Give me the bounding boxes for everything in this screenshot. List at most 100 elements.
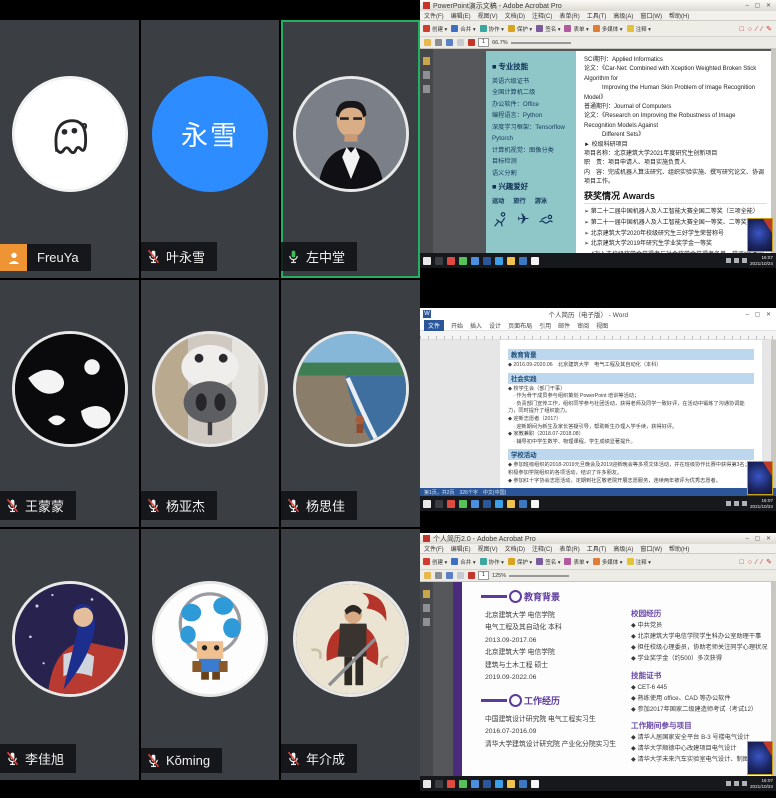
- video-tile-yangsijia[interactable]: 杨思佳: [281, 280, 420, 527]
- video-tile-wangmengmeng[interactable]: 王蒙蒙: [0, 280, 139, 527]
- text-line: 表单(R): [559, 11, 579, 20]
- text-line: 帮助(H): [669, 544, 689, 553]
- acrobat-app-icon: [423, 535, 430, 542]
- stop-icon: [468, 39, 475, 46]
- secondary-toolbar: 1 66.7%: [420, 37, 776, 49]
- work-heading: 工作经历: [481, 694, 560, 707]
- mic-muted-icon: [286, 498, 301, 513]
- video-tile-yangyajie[interactable]: 杨亚杰: [141, 280, 279, 527]
- text-line: 论文：《Research on Improving the Robustness…: [584, 112, 767, 131]
- section-header: 社会实践: [508, 373, 754, 384]
- window-title: PowerPoint演示文稿 - Adobe Acrobat Pro: [433, 1, 562, 11]
- skills-section-title: ■ 专业技能: [492, 61, 573, 73]
- resume-sidebar: ■ 专业技能 英语六级证书全国计算机二级办公软件：Office编程语言：Pyth…: [486, 51, 576, 253]
- text-line: ◆ CET-6 445: [631, 682, 769, 693]
- blue-app-icon: [519, 780, 527, 788]
- nameplate: 杨思佳: [281, 491, 357, 520]
- multimedia-icon: 多媒体 ▾: [593, 558, 623, 566]
- text-line: ◆ 参加红十字协会志愿活动，定期到社区敬老院开展志愿服务，连续两年被评为优秀志愿…: [508, 478, 754, 486]
- chrome-icon: [471, 500, 479, 508]
- text-line: 清华大学建筑设计研究院 产业化分院实习生: [485, 739, 625, 751]
- text-line: 全国计算机二级: [492, 87, 573, 99]
- text-line: 2013.09-2017.06: [485, 635, 625, 647]
- window-title: 个人简历2.0 - Adobe Acrobat Pro: [433, 534, 536, 544]
- wechat-icon: [459, 780, 467, 788]
- zoom-level: 66.7%: [492, 40, 508, 46]
- word-status-bar: 第1页，共2页 326个字 中文(中国) 100%: [420, 488, 776, 496]
- text-line: ◆ 2016.09-2020.06 北京建筑大学 电气工程及其自动化（本科）: [508, 362, 754, 370]
- text-line: 语义分割: [492, 168, 573, 180]
- word-icon: [483, 500, 491, 508]
- text-line: 编辑(E): [451, 11, 471, 20]
- text-line: 高级(A): [613, 11, 633, 20]
- screen-share-word[interactable]: W 个人简历（电子版） - Word – ▢ ✕ 文件开始插入设计页面布局引用邮…: [420, 308, 776, 511]
- text-line: Improving the Human Skin Problem of Imag…: [584, 84, 767, 103]
- mic-active-icon: [286, 249, 301, 264]
- text-line: 邮件: [558, 321, 570, 330]
- chrome-icon: [471, 780, 479, 788]
- screen-share-acrobat-ppt[interactable]: PowerPoint演示文稿 - Adobe Acrobat Pro – ▢ ✕…: [420, 0, 776, 268]
- word-icon: [483, 780, 491, 788]
- text-line: 文件(F): [424, 544, 444, 553]
- video-tile-zuozhongtang[interactable]: 左中堂: [281, 20, 420, 278]
- acrobat-app-icon: [423, 2, 430, 9]
- ruler: [420, 331, 776, 340]
- video-tile-lijiaxu[interactable]: 李佳旭: [0, 529, 139, 780]
- text-line: 项目名称：北京建筑大学2021年度研究生创新项目: [584, 150, 767, 159]
- explorer-icon: [507, 257, 515, 265]
- save-icon: [446, 572, 453, 579]
- text-line: 设计: [489, 321, 501, 330]
- text-line: ◆ 学业奖学金（约500）多次获得: [631, 653, 769, 664]
- video-tile-nianjiecheng[interactable]: 年介成: [281, 529, 420, 780]
- text-line: 注释(C): [532, 11, 552, 20]
- text-line: · 负责部门宣传工作，组织同学参与社团活动，获得老师及同学一致好评，在活动中锻炼…: [508, 401, 754, 416]
- red-app-icon: [447, 257, 455, 265]
- nameplate: 左中堂: [281, 242, 357, 271]
- section-header: 教育背景: [508, 349, 754, 360]
- mail-icon: [495, 257, 503, 265]
- video-tile-yeyongxue[interactable]: 永雪 叶永雪: [141, 20, 279, 278]
- mic-muted-icon: [5, 751, 20, 766]
- red-app-icon: [447, 780, 455, 788]
- window-controls: – ▢ ✕: [746, 535, 773, 542]
- comment-icon: 注释 ▾: [627, 25, 651, 33]
- resume-page: 教育背景 ◆ 2016.09-2020.06 北京建筑大学 电气工程及其自动化（本…: [500, 340, 762, 488]
- text-line: 运动: [492, 196, 504, 208]
- drawing-tools: □ ○ ∕ ∕ ✎: [740, 558, 773, 566]
- nameplate: FreuYa: [0, 244, 91, 271]
- windows-taskbar: 16:072021/10/24: [420, 776, 776, 791]
- text-line: 文件(F): [424, 11, 444, 20]
- text-line: ➢ 北京建筑大学2020年校级研究生三好学生荣誉称号: [584, 229, 767, 240]
- video-tile-freuya[interactable]: FreuYa: [0, 20, 139, 278]
- campus-list: ◆ 中共党员◆ 北京建筑大学电信学院学生科办公室助理干事◆ 担任校级心理委员，协…: [631, 620, 769, 664]
- video-tile-koming[interactable]: Kŏming: [141, 529, 279, 780]
- mic-muted-icon: [146, 753, 161, 768]
- system-tray: 16:072021/10/24: [726, 255, 773, 265]
- avatar-anime-art: [12, 581, 128, 697]
- avatar-ghost-doodle: [12, 76, 128, 192]
- stop-icon: [468, 572, 475, 579]
- runner-icon: [492, 211, 509, 228]
- collaborate-icon: 协作 ▾: [480, 558, 504, 566]
- secure-icon: 保护 ▾: [508, 25, 532, 33]
- mic-muted-icon: [286, 751, 301, 766]
- wechat-icon: [459, 500, 467, 508]
- avatar-dog-nose-photo: [152, 331, 268, 447]
- mic-muted-icon: [146, 498, 161, 513]
- text-line: 中国建筑设计研究院 电气工程实习生: [485, 714, 625, 726]
- email-icon: [457, 572, 464, 579]
- explorer-icon: [507, 500, 515, 508]
- clock-date: 2021/10/24: [750, 504, 773, 509]
- participant-name: 左中堂: [306, 247, 345, 266]
- text-line: 引用: [539, 321, 551, 330]
- word-icon: [483, 257, 491, 265]
- certificates-heading: 技能证书: [631, 670, 661, 681]
- projects-heading: 工作期间参与项目: [631, 720, 692, 731]
- search-icon: [435, 500, 443, 508]
- text-line: ◆ 参加班级组织的2018-2019元旦晚会及2019迎新晚会等多项文体活动，并…: [508, 462, 754, 477]
- sign-icon: 签名 ▾: [536, 558, 560, 566]
- text-line: 职 责：项目申请人、项目实施负责人: [584, 159, 767, 168]
- screen-share-acrobat-resume[interactable]: 个人简历2.0 - Adobe Acrobat Pro – ▢ ✕ 文件(F)编…: [420, 533, 776, 791]
- menu-bar: 文件(F)编辑(E)视图(V)文档(D)注释(C)表单(R)工具(T)高级(A)…: [420, 544, 776, 554]
- nameplate: 李佳旭: [0, 744, 76, 773]
